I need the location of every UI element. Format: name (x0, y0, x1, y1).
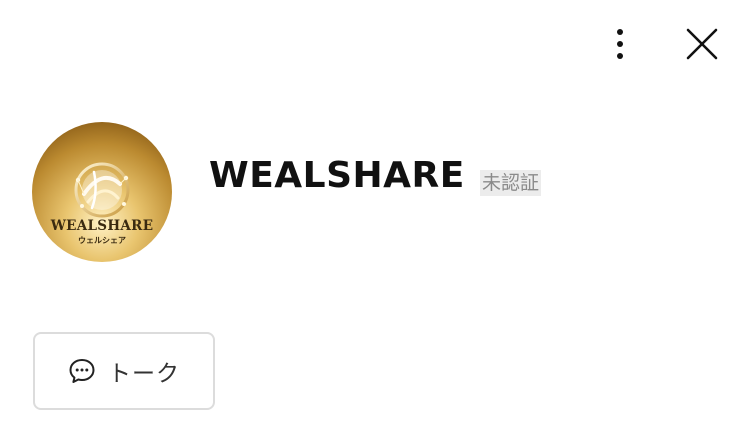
chat-bubble-icon (69, 359, 95, 383)
logo-emblem (74, 162, 130, 218)
logo-text: WEALSHARE (50, 218, 154, 234)
status-badge: 未認証 (480, 170, 542, 196)
more-vertical-icon (617, 29, 623, 59)
talk-button-label: トーク (108, 361, 180, 387)
more-options-button[interactable] (604, 24, 636, 64)
talk-button[interactable]: トーク (33, 332, 215, 410)
profile-screen: WEALSHARE ウェルシェア WEALSHARE 未認証 トーク (0, 0, 750, 440)
close-button[interactable] (680, 22, 724, 66)
logo-subtext: ウェルシェア (78, 236, 126, 245)
close-icon (686, 28, 718, 60)
profile-avatar[interactable]: WEALSHARE ウェルシェア (32, 122, 172, 262)
profile-name: WEALSHARE (209, 155, 465, 196)
